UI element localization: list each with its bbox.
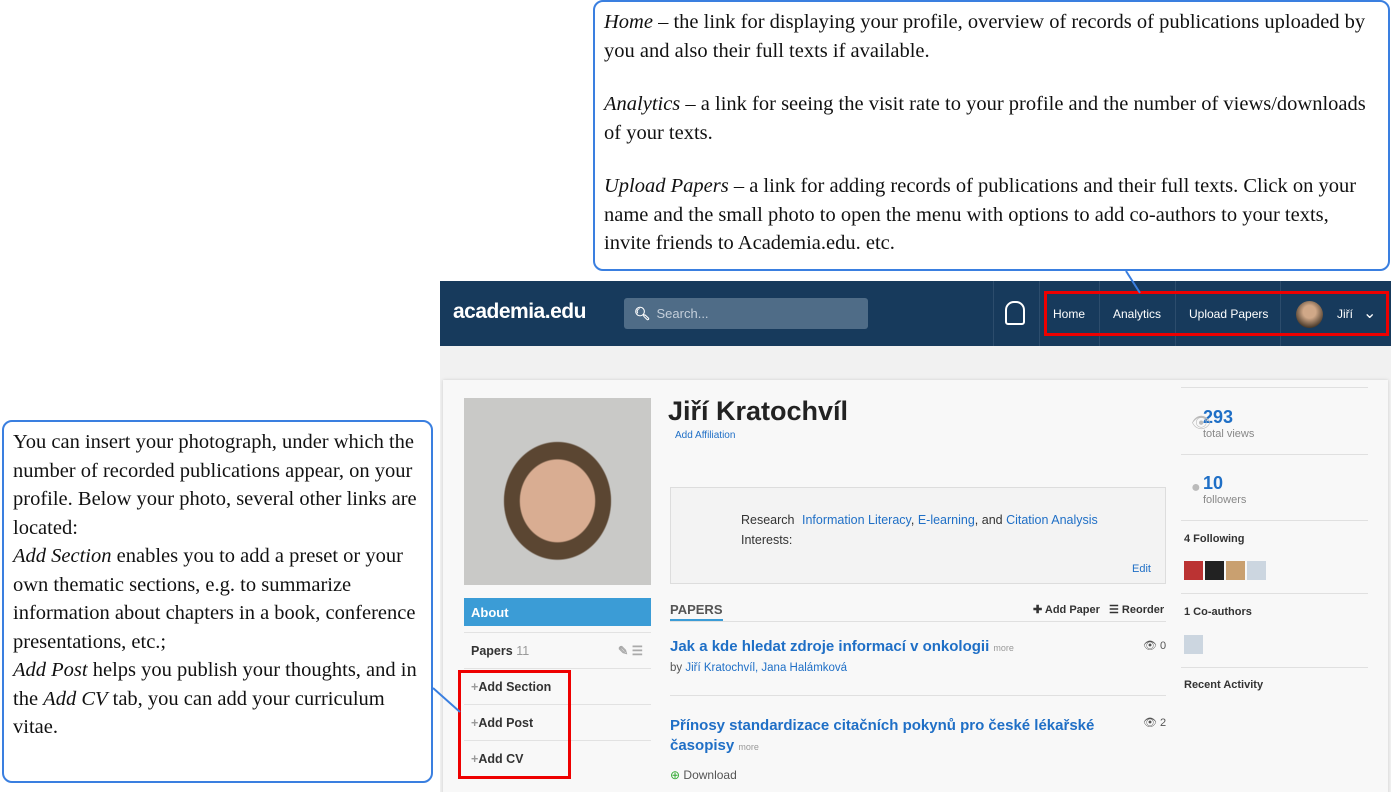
top-callout: Home – the link for displaying your prof… [593,0,1390,271]
left-callout: You can insert your photograph, under wh… [2,420,433,783]
